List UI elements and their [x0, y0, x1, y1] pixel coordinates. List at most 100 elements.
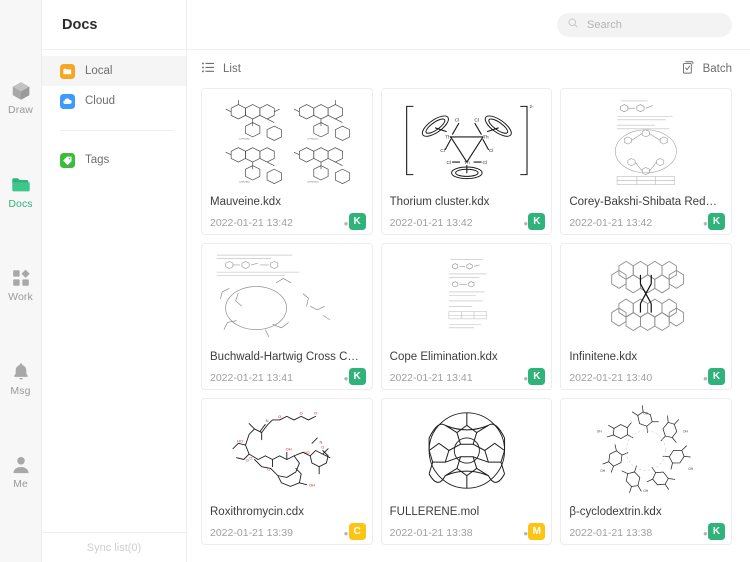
card-footer: 2022-01-21 13:42 ••• [382, 212, 552, 234]
rail-item-work[interactable]: Work [0, 267, 42, 303]
card-footer: 2022-01-21 13:42 ••• [561, 212, 731, 234]
sidebar-item-label-local: Local [85, 65, 113, 77]
rail-label-me: Me [13, 479, 28, 490]
svg-text:O: O [278, 414, 281, 419]
svg-text:Th: Th [464, 160, 470, 166]
sidebar-item-label-cloud: Cloud [85, 95, 115, 107]
svg-text:Cl: Cl [488, 148, 493, 154]
folder-icon [10, 174, 32, 196]
file-card[interactable]: K Cope Elimination.kdx 2022-01-21 13:41 … [381, 243, 553, 390]
rail-item-docs[interactable]: Docs [0, 174, 42, 210]
search-icon [567, 16, 579, 34]
search-input[interactable] [587, 19, 722, 31]
file-card[interactable]: NN OOO HOOOH HOOHO OO C Roxithromycin.cd… [201, 398, 373, 545]
sync-list-button[interactable]: Sync list(0) [42, 532, 186, 562]
folder-icon [60, 64, 75, 79]
svg-text:O: O [267, 466, 270, 471]
svg-text:C26H23N4+: C26H23N4+ [239, 182, 252, 184]
rail-item-draw[interactable]: Draw [0, 80, 42, 116]
tag-icon [60, 153, 75, 168]
file-thumbnail-cope-document [382, 244, 552, 347]
rail-label-work: Work [8, 292, 33, 303]
card-footer: 2022-01-21 13:38 ••• [561, 522, 731, 544]
file-date: 2022-01-21 13:38 [390, 527, 473, 539]
sidebar-item-cloud[interactable]: Cloud [42, 86, 186, 116]
docs-sidebar: Docs Local Cloud [42, 0, 187, 562]
svg-text:C26H23N4+: C26H23N4+ [307, 182, 320, 184]
format-badge: K [708, 523, 725, 540]
sidebar-list: Local Cloud Tags [42, 50, 186, 532]
svg-text:O: O [314, 411, 317, 416]
card-footer: 2022-01-21 13:41 ••• [202, 367, 372, 389]
sidebar-item-label-tags: Tags [85, 154, 109, 166]
sidebar-divider [60, 130, 174, 131]
svg-text:OH: OH [601, 469, 607, 473]
file-card[interactable]: K Corey-Bakshi-Shibata Reduction.kdx 202… [560, 88, 732, 235]
format-badge: M [528, 523, 545, 540]
file-thumbnail-mauveine: C27H25N4+ C27H25N4+ C26H23N4+ C26H23N4+ [202, 89, 372, 192]
svg-text:2-: 2- [529, 104, 533, 109]
bell-icon [10, 361, 32, 383]
rail-label-docs: Docs [8, 199, 32, 210]
file-date: 2022-01-21 13:39 [210, 527, 293, 539]
batch-label: Batch [703, 63, 732, 75]
rail-label-msg: Msg [10, 386, 30, 397]
file-grid-scroll[interactable]: C27H25N4+ C27H25N4+ C26H23N4+ C26H23N4+ … [187, 88, 750, 562]
cube-icon [10, 80, 32, 102]
grid-squares-icon [10, 267, 32, 289]
svg-text:Cl: Cl [440, 148, 445, 154]
view-mode-button[interactable]: List [201, 60, 241, 78]
file-thumbnail-cbs-document [561, 89, 731, 192]
svg-text:O: O [321, 445, 324, 450]
file-name: Cope Elimination.kdx [382, 347, 552, 367]
content-toolbar: List Batch [187, 50, 750, 88]
file-name: Corey-Bakshi-Shibata Reduction.kdx [561, 192, 731, 212]
card-footer: 2022-01-21 13:40 ••• [561, 367, 731, 389]
svg-text:HO: HO [237, 438, 243, 443]
file-thumbnail-cyclodextrin: OHOHOH OHOHOH [561, 399, 731, 502]
file-thumbnail-buchwald-cycle [202, 244, 372, 347]
file-date: 2022-01-21 13:38 [569, 527, 652, 539]
file-card[interactable]: M FULLERENE.mol 2022-01-21 13:38 ••• [381, 398, 553, 545]
page-title: Docs [42, 0, 186, 50]
file-card[interactable]: C27H25N4+ C27H25N4+ C26H23N4+ C26H23N4+ … [201, 88, 373, 235]
file-date: 2022-01-21 13:41 [390, 372, 473, 384]
file-card[interactable]: OHOHOH OHOHOH K β-cyclodextrin.kdx 2022-… [560, 398, 732, 545]
top-bar [187, 0, 750, 50]
batch-button[interactable]: Batch [681, 60, 732, 78]
file-date: 2022-01-21 13:40 [569, 372, 652, 384]
file-card[interactable]: ThThTh ClCl ClCl ClCl 2- K Thorium clust… [381, 88, 553, 235]
rail-item-me[interactable]: Me [0, 454, 42, 490]
svg-text:OH: OH [683, 430, 689, 434]
batch-check-icon [681, 60, 696, 78]
file-name: Thorium cluster.kdx [382, 192, 552, 212]
svg-text:Cl: Cl [454, 118, 459, 124]
file-name: Buchwald-Hartwig Cross Coupling... [202, 347, 372, 367]
svg-text:N: N [266, 418, 269, 423]
file-thumbnail-fullerene [382, 399, 552, 502]
svg-text:N: N [320, 439, 323, 444]
person-icon [10, 454, 32, 476]
format-badge: K [528, 213, 545, 230]
svg-text:O: O [249, 455, 252, 460]
file-date: 2022-01-21 13:42 [390, 217, 473, 229]
svg-text:HO: HO [304, 450, 310, 455]
sidebar-item-local[interactable]: Local [42, 56, 186, 86]
file-card[interactable]: K Infinitene.kdx 2022-01-21 13:40 ••• [560, 243, 732, 390]
main-content: List Batch [187, 0, 750, 562]
sidebar-item-tags[interactable]: Tags [42, 145, 186, 175]
search-box[interactable] [557, 13, 732, 37]
file-name: Infinitene.kdx [561, 347, 731, 367]
svg-text:Cl: Cl [482, 160, 487, 166]
file-name: Mauveine.kdx [202, 192, 372, 212]
format-badge: K [708, 213, 725, 230]
file-card[interactable]: K Buchwald-Hartwig Cross Coupling... 202… [201, 243, 373, 390]
format-badge: K [708, 368, 725, 385]
format-badge: C [349, 523, 366, 540]
file-date: 2022-01-21 13:41 [210, 372, 293, 384]
card-footer: 2022-01-21 13:38 ••• [382, 522, 552, 544]
cloud-icon [60, 94, 75, 109]
rail-item-msg[interactable]: Msg [0, 361, 42, 397]
file-name: β-cyclodextrin.kdx [561, 502, 731, 522]
format-badge: K [349, 213, 366, 230]
